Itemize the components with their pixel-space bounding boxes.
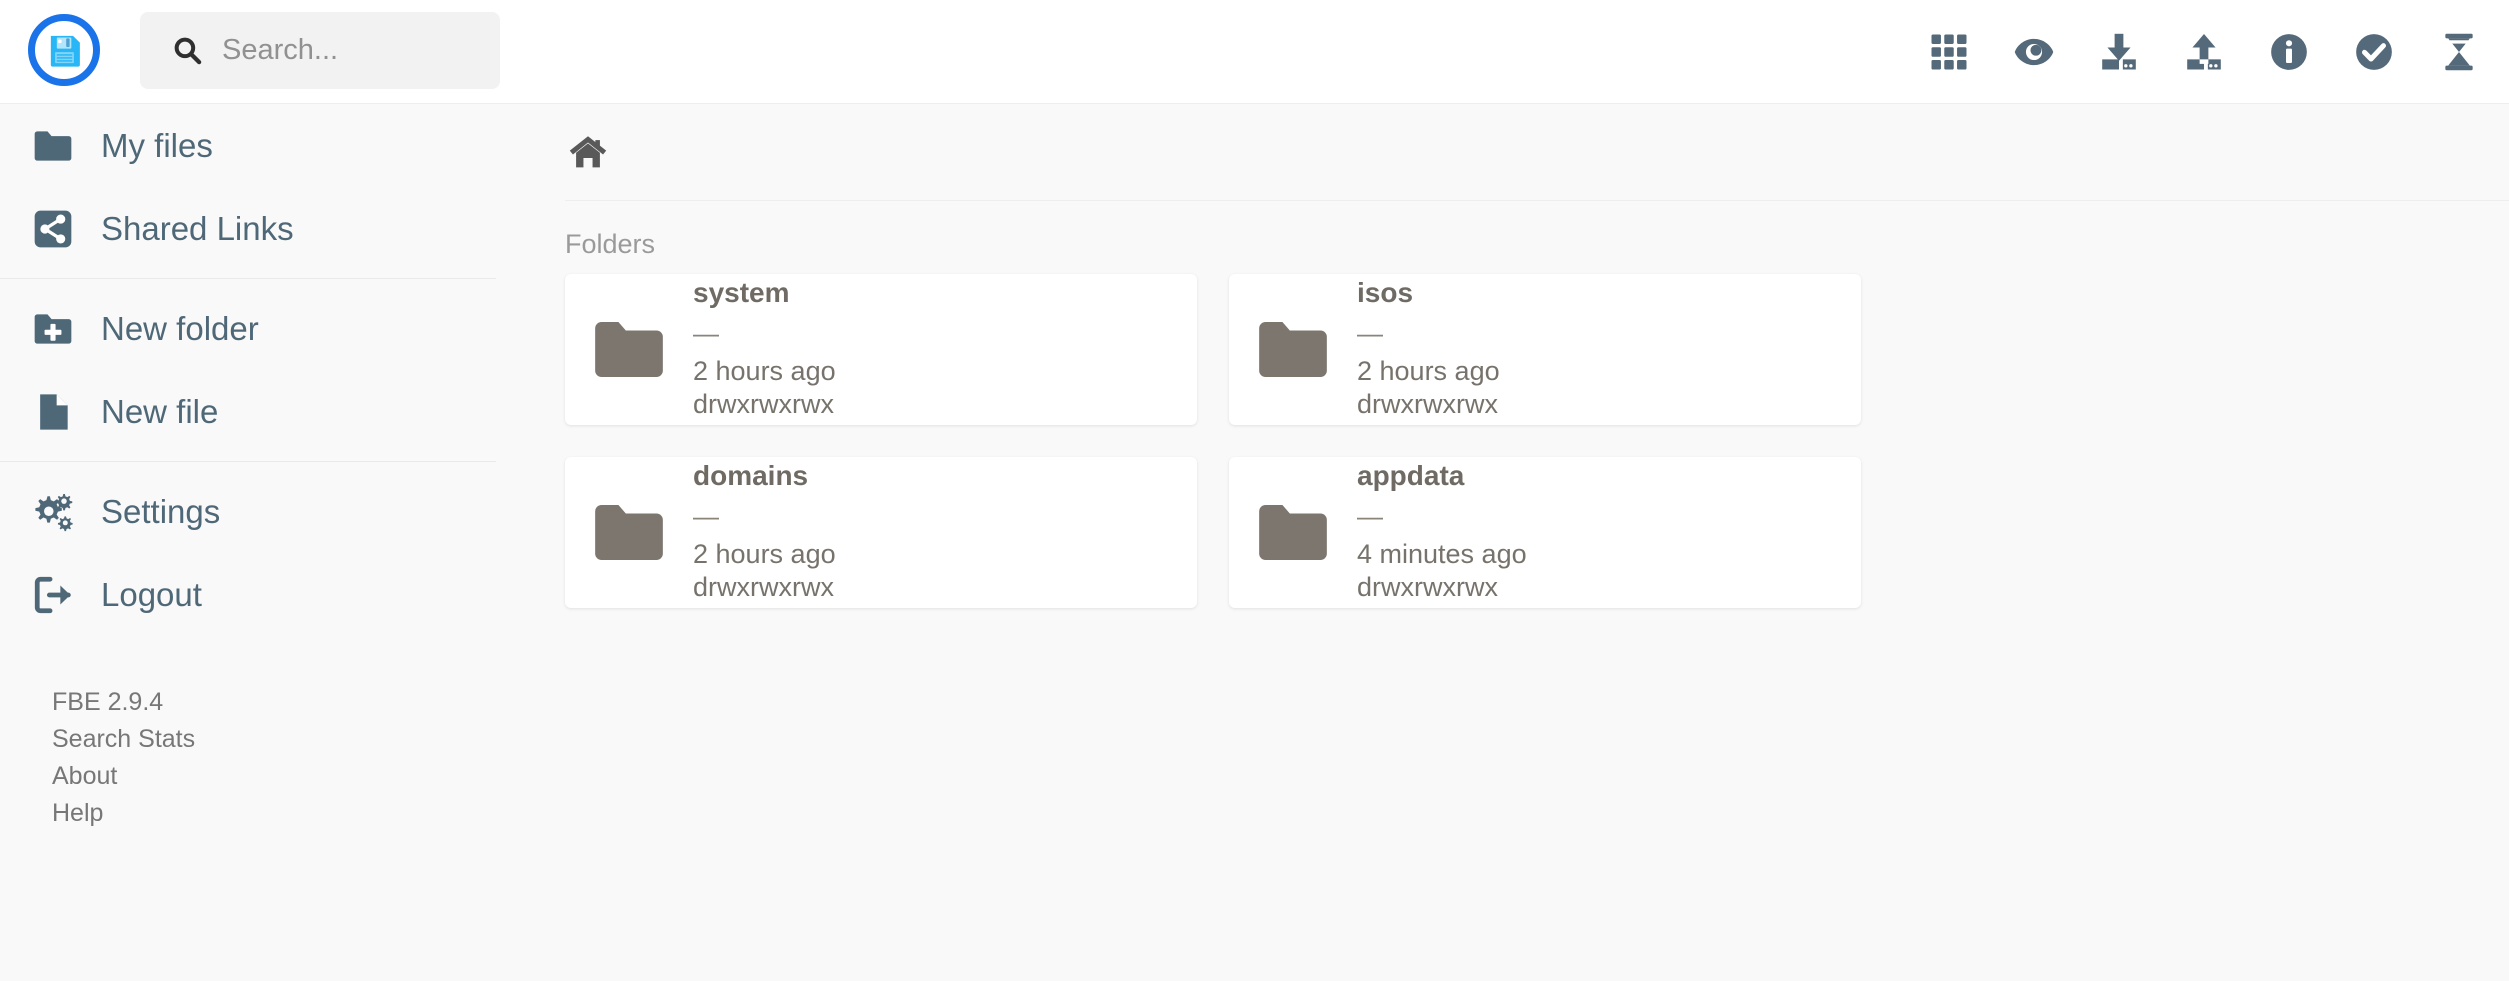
sidebar-item-label: Shared Links (101, 210, 294, 247)
upload-icon (2186, 33, 2221, 70)
folder-icon (565, 505, 693, 560)
folder-modified: 2 hours ago (693, 355, 836, 386)
sidebar-item-new-folder[interactable]: New folder (0, 287, 537, 370)
folder-card[interactable]: domains — 2 hours ago drwxrwxrwx (565, 457, 1197, 608)
version-label: FBE 2.9.4 (52, 688, 164, 716)
grid-icon (1931, 34, 1966, 70)
grid-view-button[interactable] (1906, 10, 1991, 95)
folder-plus-icon (30, 306, 76, 352)
folder-card[interactable]: isos — 2 hours ago drwxrwxrwx (1229, 274, 1861, 425)
folder-card[interactable]: system — 2 hours ago drwxrwxrwx (565, 274, 1197, 425)
folder-card-body: isos — 2 hours ago drwxrwxrwx (1357, 276, 1500, 421)
folder-size: — (693, 317, 719, 348)
sidebar-item-label: New file (101, 393, 219, 430)
logout-icon (30, 572, 76, 618)
footer-link-help[interactable]: Help (52, 795, 195, 832)
header-toolbar (1906, 0, 2509, 104)
folder-permissions: drwxrwxrwx (693, 388, 834, 419)
folder-permissions: drwxrwxrwx (1357, 571, 1498, 602)
folder-permissions: drwxrwxrwx (693, 571, 834, 602)
breadcrumb (537, 104, 2509, 200)
home-icon[interactable] (565, 129, 611, 175)
app-logo[interactable] (22, 8, 106, 92)
folder-card-body: domains — 2 hours ago drwxrwxrwx (693, 459, 836, 604)
folder-icon (565, 322, 693, 377)
search-box[interactable] (140, 12, 500, 89)
folder-icon (30, 123, 76, 169)
download-button[interactable] (2076, 10, 2161, 95)
folder-name: appdata (1357, 459, 1465, 491)
eye-icon (2014, 38, 2053, 66)
sidebar-item-label: Logout (101, 576, 202, 613)
queue-button[interactable] (2416, 10, 2501, 95)
folder-name: system (693, 276, 790, 308)
sidebar-divider-1 (0, 278, 496, 279)
folder-card[interactable]: appdata — 4 minutes ago drwxrwxrwx (1229, 457, 1861, 608)
share-icon (30, 206, 76, 252)
folder-card-body: appdata — 4 minutes ago drwxrwxrwx (1357, 459, 1527, 604)
sidebar: My files Shared Links New folder New fil… (0, 104, 537, 981)
search-input[interactable] (222, 30, 462, 71)
footer-link-about[interactable]: About (52, 758, 195, 795)
download-icon (2101, 33, 2136, 70)
folders-section-label: Folders (565, 229, 656, 259)
preview-button[interactable] (1991, 10, 2076, 95)
footer-link-search-stats[interactable]: Search Stats (52, 721, 195, 758)
search-icon (174, 37, 202, 65)
app-header (0, 0, 2509, 104)
folder-icon (1229, 322, 1357, 377)
main-content: Folders system — 2 hours ago drwxrwxrwx (537, 104, 2509, 981)
upload-button[interactable] (2161, 10, 2246, 95)
folder-grid: system — 2 hours ago drwxrwxrwx isos — 2… (537, 274, 2509, 608)
folder-modified: 2 hours ago (1357, 355, 1500, 386)
sidebar-divider-2 (0, 461, 496, 462)
gears-icon (30, 489, 76, 535)
hourglass-icon (2444, 33, 2473, 71)
sidebar-group-account: Settings Logout (0, 470, 537, 636)
sidebar-group-create: New folder New file (0, 287, 537, 453)
folder-permissions: drwxrwxrwx (1357, 388, 1498, 419)
folder-name: isos (1357, 276, 1414, 308)
sidebar-item-shared-links[interactable]: Shared Links (0, 187, 537, 270)
sidebar-item-new-file[interactable]: New file (0, 370, 537, 453)
file-icon (30, 389, 76, 435)
folder-size: — (1357, 500, 1383, 531)
sidebar-item-logout[interactable]: Logout (0, 553, 537, 636)
sidebar-item-label: New folder (101, 310, 259, 347)
floppy-disk-icon (50, 35, 80, 67)
folder-modified: 2 hours ago (693, 538, 836, 569)
sidebar-item-my-files[interactable]: My files (0, 104, 537, 187)
sidebar-item-label: Settings (101, 493, 221, 530)
folder-name: domains (693, 459, 809, 491)
sidebar-footer: FBE 2.9.4 Search Stats About Help (52, 684, 195, 832)
sidebar-item-settings[interactable]: Settings (0, 470, 537, 553)
sidebar-group-files: My files Shared Links (0, 104, 537, 270)
folder-icon (1229, 505, 1357, 560)
folder-modified: 4 minutes ago (1357, 538, 1527, 569)
info-button[interactable] (2246, 10, 2331, 95)
folder-card-body: system — 2 hours ago drwxrwxrwx (693, 276, 836, 421)
info-circle-icon (2270, 34, 2307, 70)
sidebar-item-label: My files (101, 127, 213, 164)
folder-size: — (693, 500, 719, 531)
folder-size: — (1357, 317, 1383, 348)
select-button[interactable] (2331, 10, 2416, 95)
check-circle-icon (2355, 34, 2392, 70)
